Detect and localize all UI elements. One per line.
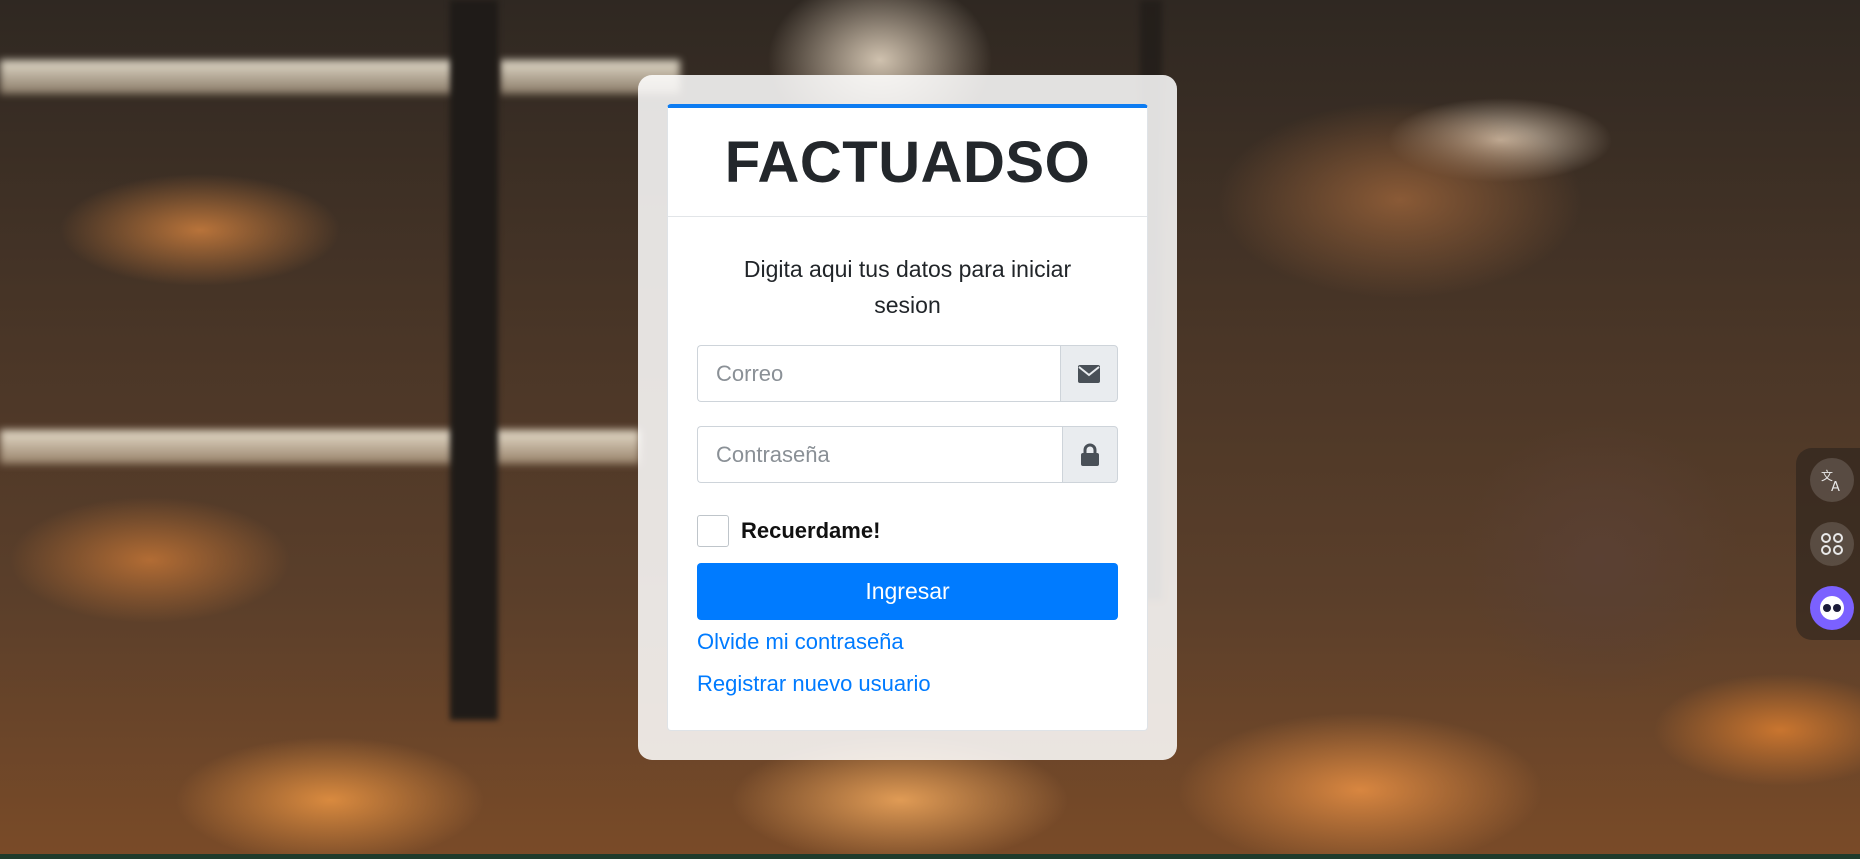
brand-title: FACTUADSO [724, 129, 1091, 195]
bottom-bar [0, 854, 1860, 859]
apps-grid-icon[interactable] [1810, 522, 1854, 566]
card-header: FACTUADSO [668, 108, 1147, 217]
display-post [450, 0, 498, 720]
login-button[interactable]: Ingresar [697, 563, 1118, 620]
email-field[interactable] [697, 345, 1060, 402]
forgot-password-link[interactable]: Olvide mi contraseña [697, 629, 904, 655]
email-group [697, 345, 1118, 402]
login-card: FACTUADSO Digita aqui tus datos para ini… [667, 104, 1148, 731]
shelf-light [0, 60, 460, 94]
envelope-icon [1060, 345, 1118, 402]
assistant-avatar-icon[interactable] [1810, 586, 1854, 630]
remember-label: Recuerdame! [741, 518, 881, 543]
svg-text:A: A [1831, 480, 1840, 493]
side-toolbar: 文 A [1796, 448, 1860, 640]
password-group [697, 426, 1118, 483]
shelf-light [0, 430, 640, 464]
lock-icon [1062, 426, 1118, 483]
register-link[interactable]: Registrar nuevo usuario [697, 671, 931, 697]
remember-checkbox[interactable] [697, 515, 729, 547]
login-subtitle: Digita aqui tus datos para iniciar sesio… [743, 256, 1072, 318]
remember-me: Recuerdame! [697, 515, 880, 547]
login-box: FACTUADSO Digita aqui tus datos para ini… [638, 75, 1177, 760]
password-field[interactable] [697, 426, 1062, 483]
translate-icon[interactable]: 文 A [1810, 458, 1854, 502]
